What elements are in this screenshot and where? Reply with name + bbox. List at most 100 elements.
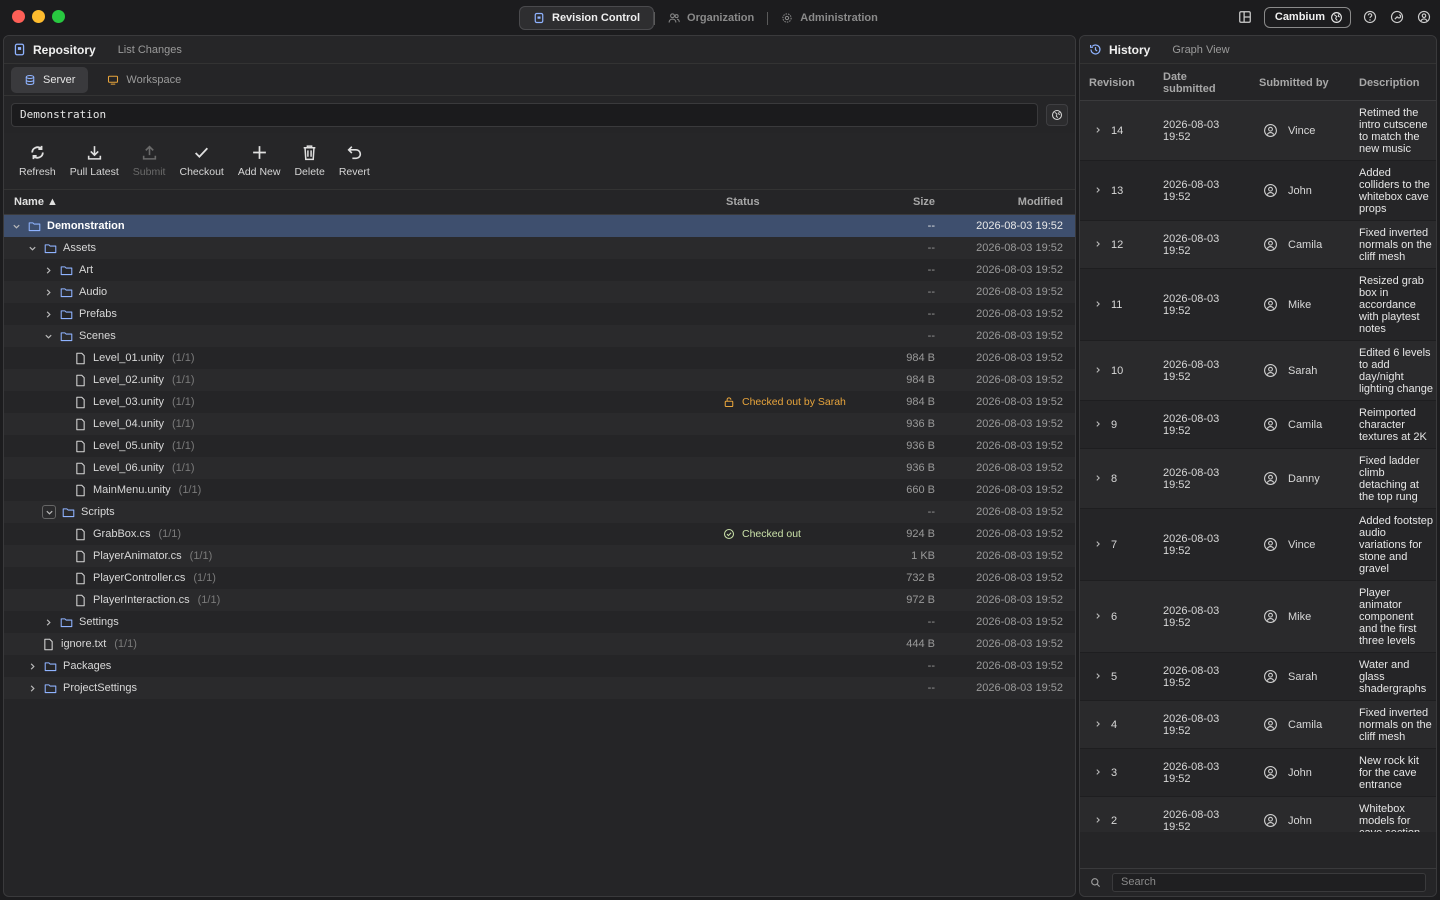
- collapse-chevron-icon[interactable]: [42, 505, 56, 519]
- column-revision-header[interactable]: Revision: [1089, 64, 1135, 101]
- history-row[interactable]: 12 2026-08-03 19:52 Camila Fixed inverted n…: [1080, 221, 1436, 269]
- collapse-chevron-icon[interactable]: [26, 242, 38, 254]
- expand-chevron-icon[interactable]: [1094, 719, 1102, 731]
- history-row[interactable]: 8 2026-08-03 19:52 Danny Fixed ladder climb…: [1080, 449, 1436, 509]
- folder-row[interactable]: Prefabs -- 2026-08-03 19:52: [4, 303, 1075, 325]
- folder-row[interactable]: Art -- 2026-08-03 19:52: [4, 259, 1075, 281]
- collapse-chevron-icon[interactable]: [42, 330, 54, 342]
- tab-organization[interactable]: Organization: [655, 6, 767, 30]
- column-status-header[interactable]: Status: [726, 196, 760, 208]
- expand-chevron-icon[interactable]: [1094, 365, 1102, 377]
- add-new-button[interactable]: Add New: [231, 137, 288, 185]
- folder-row[interactable]: Audio -- 2026-08-03 19:52: [4, 281, 1075, 303]
- tab-server[interactable]: Server: [11, 66, 89, 93]
- column-name-header[interactable]: Name ▲: [14, 196, 58, 208]
- expand-chevron-icon[interactable]: [1094, 185, 1102, 197]
- delete-button[interactable]: Delete: [287, 137, 331, 185]
- history-description: Added colliders to the whitebox cave pro…: [1359, 166, 1430, 215]
- file-row[interactable]: Level_05.unity (1/1) 936 B 2026-08-03 19:52: [4, 435, 1075, 457]
- expand-chevron-icon[interactable]: [1094, 239, 1102, 251]
- expand-chevron-icon[interactable]: [1094, 473, 1102, 485]
- folder-row[interactable]: Scenes -- 2026-08-03 19:52: [4, 325, 1075, 347]
- history-description: Player animator component and the first …: [1359, 586, 1417, 647]
- history-row[interactable]: 2 2026-08-03 19:52 John Whitebox models for…: [1080, 797, 1436, 832]
- folder-icon: [60, 331, 73, 341]
- expand-chevron-icon[interactable]: [26, 660, 38, 672]
- folder-row[interactable]: Demonstration -- 2026-08-03 19:52: [4, 215, 1075, 237]
- history-row[interactable]: 14 2026-08-03 19:52 Vince Retimed the intro…: [1080, 101, 1436, 161]
- file-row[interactable]: ignore.txt (1/1) 444 B 2026-08-03 19:52: [4, 633, 1075, 655]
- tab-administration[interactable]: Administration: [768, 6, 891, 30]
- history-row[interactable]: 9 2026-08-03 19:52 Camila Reimported charac…: [1080, 401, 1436, 449]
- expand-chevron-icon[interactable]: [1094, 539, 1102, 551]
- tab-revision-control[interactable]: Revision Control: [519, 6, 655, 30]
- folder-icon: [60, 286, 73, 299]
- file-row[interactable]: PlayerController.cs (1/1) 732 B 2026-08-03 …: [4, 567, 1075, 589]
- folder-icon: [44, 682, 57, 695]
- expand-chevron-icon[interactable]: [42, 264, 54, 276]
- file-row[interactable]: PlayerAnimator.cs (1/1) 1 KB 2026-08-03 19:…: [4, 545, 1075, 567]
- history-row[interactable]: 3 2026-08-03 19:52 John New rock kit for th…: [1080, 749, 1436, 797]
- organization-selector[interactable]: Cambium: [1263, 6, 1351, 28]
- account-button[interactable]: [1416, 9, 1432, 25]
- expand-chevron-icon[interactable]: [42, 308, 54, 320]
- folder-row[interactable]: Assets -- 2026-08-03 19:52: [4, 237, 1075, 259]
- path-input[interactable]: Demonstration: [11, 102, 1038, 127]
- expand-chevron-icon[interactable]: [1094, 671, 1102, 683]
- expand-chevron-icon[interactable]: [1094, 125, 1102, 137]
- folder-row[interactable]: Scripts -- 2026-08-03 19:52: [4, 501, 1075, 523]
- history-row[interactable]: 6 2026-08-03 19:52 Mike Player animator com…: [1080, 581, 1436, 653]
- file-row[interactable]: Level_06.unity (1/1) 936 B 2026-08-03 19:52: [4, 457, 1075, 479]
- tools-button[interactable]: [1389, 9, 1405, 25]
- history-row[interactable]: 7 2026-08-03 19:52 Vince Added footstep aud…: [1080, 509, 1436, 581]
- file-row[interactable]: Level_04.unity (1/1) 936 B 2026-08-03 19:52: [4, 413, 1075, 435]
- file-icon: [74, 418, 87, 431]
- expand-chevron-icon[interactable]: [1094, 299, 1102, 311]
- file-row[interactable]: MainMenu.unity (1/1) 660 B 2026-08-03 19:52: [4, 479, 1075, 501]
- checkout-button[interactable]: Checkout: [172, 137, 230, 185]
- file-row[interactable]: Level_03.unity (1/1) Checked out by Sarah 9…: [4, 391, 1075, 413]
- file-row[interactable]: Level_02.unity (1/1) 984 B 2026-08-03 19:52: [4, 369, 1075, 391]
- list-changes-tab[interactable]: List Changes: [118, 44, 182, 56]
- expand-chevron-icon[interactable]: [1094, 419, 1102, 431]
- close-window-button[interactable]: [12, 10, 25, 23]
- expand-chevron-icon[interactable]: [1094, 767, 1102, 779]
- expand-chevron-icon[interactable]: [42, 286, 54, 298]
- column-modified-header[interactable]: Modified: [1018, 196, 1063, 208]
- column-date-header[interactable]: Date submitted: [1163, 64, 1233, 101]
- expand-chevron-icon[interactable]: [42, 616, 54, 628]
- tab-workspace[interactable]: Workspace: [94, 67, 194, 93]
- history-description: Whitebox models for cave section: [1359, 802, 1420, 833]
- history-row[interactable]: 13 2026-08-03 19:52 John Added colliders to…: [1080, 161, 1436, 221]
- help-button[interactable]: [1362, 9, 1378, 25]
- folder-row[interactable]: ProjectSettings -- 2026-08-03 19:52: [4, 677, 1075, 699]
- minimize-window-button[interactable]: [32, 10, 45, 23]
- zoom-window-button[interactable]: [52, 10, 65, 23]
- pull-latest-button[interactable]: Pull Latest: [63, 137, 126, 185]
- item-status-text: Checked out by Sarah: [742, 396, 846, 408]
- user-name: Camila: [1288, 418, 1323, 431]
- file-row[interactable]: PlayerInteraction.cs (1/1) 972 B 2026-08-03…: [4, 589, 1075, 611]
- file-row[interactable]: GrabBox.cs (1/1) Checked out 924 B 2026-08-0…: [4, 523, 1075, 545]
- history-row[interactable]: 11 2026-08-03 19:52 Mike Resized grab box i…: [1080, 269, 1436, 341]
- history-search-input[interactable]: Search: [1112, 873, 1426, 892]
- column-size-header[interactable]: Size: [913, 196, 935, 208]
- open-in-browser-button[interactable]: [1046, 103, 1068, 126]
- submit-button[interactable]: Submit: [126, 137, 173, 185]
- expand-chevron-icon[interactable]: [26, 682, 38, 694]
- column-submitted-by-header[interactable]: Submitted by: [1259, 64, 1329, 101]
- collapse-chevron-icon[interactable]: [10, 220, 22, 232]
- history-row[interactable]: 4 2026-08-03 19:52 Camila Fixed inverted no…: [1080, 701, 1436, 749]
- history-row[interactable]: 10 2026-08-03 19:52 Sarah Edited 6 levels t…: [1080, 341, 1436, 401]
- expand-chevron-icon[interactable]: [1094, 815, 1102, 827]
- history-row[interactable]: 5 2026-08-03 19:52 Sarah Water and glass sh…: [1080, 653, 1436, 701]
- expand-chevron-icon[interactable]: [1094, 611, 1102, 623]
- column-description-header[interactable]: Description: [1359, 64, 1420, 101]
- folder-row[interactable]: Packages -- 2026-08-03 19:52: [4, 655, 1075, 677]
- file-row[interactable]: Level_01.unity (1/1) 984 B 2026-08-03 19:52: [4, 347, 1075, 369]
- refresh-button[interactable]: Refresh: [12, 137, 63, 185]
- folder-row[interactable]: Settings -- 2026-08-03 19:52: [4, 611, 1075, 633]
- revert-button[interactable]: Revert: [332, 137, 377, 185]
- graph-view-tab[interactable]: Graph View: [1172, 44, 1229, 56]
- layout-toggle-button[interactable]: [1237, 9, 1253, 25]
